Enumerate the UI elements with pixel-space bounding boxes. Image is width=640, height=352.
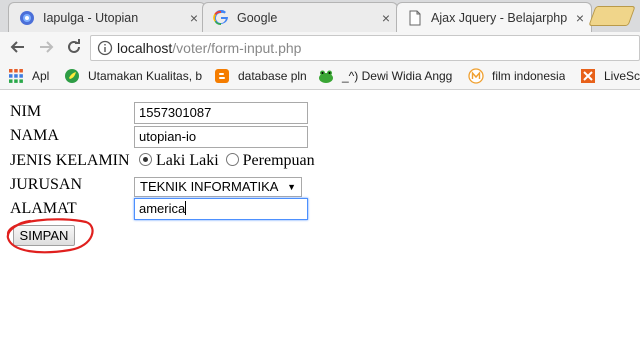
bookmark-dewi-widia[interactable]: _^) Dewi Widia Angg xyxy=(318,67,458,85)
tab-close-button[interactable]: × xyxy=(375,10,397,26)
forward-button[interactable] xyxy=(34,35,58,59)
tab-title: Ajax Jquery - Belajarphp xyxy=(431,10,568,25)
red-circle-annotation xyxy=(6,218,94,254)
bookmark-label: LiveSco xyxy=(604,69,640,83)
bookmark-label: database pln xyxy=(238,69,307,83)
m-circle-icon xyxy=(468,68,484,84)
tab-utopian[interactable]: Iapulga - Utopian × xyxy=(8,2,206,32)
browser-toolbar: localhost/voter/form-input.php xyxy=(0,32,640,62)
bookmark-livescore[interactable]: LiveSco xyxy=(580,67,640,85)
url-path: /voter/form-input.php xyxy=(172,40,302,56)
tab-ajax-jquery[interactable]: Ajax Jquery - Belajarphp × xyxy=(396,2,592,32)
bookmarks-bar: Apl Utamakan Kualitas, b database pln _^… xyxy=(0,62,640,90)
blogger-icon xyxy=(215,69,229,83)
google-icon xyxy=(213,9,228,25)
tab-google[interactable]: Google × xyxy=(202,2,398,32)
alamat-value: america xyxy=(139,201,186,216)
dropdown-arrow-icon: ▼ xyxy=(287,182,296,192)
bookmark-label: film indonesia xyxy=(492,69,566,83)
arrow-right-icon xyxy=(40,41,54,53)
jurusan-select[interactable]: TEKNIK INFORMATIKA ▼ xyxy=(134,177,302,197)
bookmark-database-pln[interactable]: database pln xyxy=(214,67,307,85)
frog-icon xyxy=(319,70,333,83)
tab-title: Iapulga - Utopian xyxy=(43,10,139,25)
url-host: localhost xyxy=(117,40,173,56)
bookmark-utamakan[interactable]: Utamakan Kualitas, b xyxy=(64,67,204,85)
back-button[interactable] xyxy=(6,35,30,59)
nim-label: NIM xyxy=(10,103,42,120)
bookmark-label: Utamakan Kualitas, b xyxy=(88,69,203,83)
bookmark-label: _^) Dewi Widia Angg xyxy=(342,69,453,83)
jurusan-selected-value: TEKNIK INFORMATIKA xyxy=(140,179,279,194)
utopian-icon xyxy=(20,10,34,25)
gender-radio-group: Laki Laki Perempuan xyxy=(139,152,315,170)
jurusan-label: JURUSAN xyxy=(10,176,83,193)
nama-input[interactable]: utopian-io xyxy=(134,126,308,148)
page-content: NIM 1557301087 NAMA utopian-io JENIS KEL… xyxy=(0,90,640,352)
bookmark-film-indonesia[interactable]: film indonesia xyxy=(468,67,565,85)
radio-laki-laki[interactable] xyxy=(139,153,152,166)
nim-input[interactable]: 1557301087 xyxy=(134,102,308,124)
bookmark-label: Apl xyxy=(32,69,50,83)
reload-icon xyxy=(68,39,80,53)
tab-close-button[interactable]: × xyxy=(569,10,591,26)
nama-label: NAMA xyxy=(10,127,59,144)
text-caret xyxy=(185,201,187,215)
tab-title: Google xyxy=(237,10,278,25)
page-icon xyxy=(409,10,421,25)
alamat-input[interactable]: america xyxy=(134,198,308,220)
tab-strip: Iapulga - Utopian × Google × Ajax Jquery… xyxy=(0,0,640,32)
utamakan-icon xyxy=(65,69,79,83)
arrow-left-icon xyxy=(10,41,24,53)
bookmark-apps[interactable]: Apl xyxy=(8,67,49,85)
radio-label-laki-laki: Laki Laki xyxy=(156,152,219,169)
address-bar[interactable]: localhost/voter/form-input.php xyxy=(90,35,640,61)
reload-button[interactable] xyxy=(62,35,86,59)
livescore-icon xyxy=(581,69,595,83)
info-icon[interactable] xyxy=(93,36,117,60)
radio-perempuan[interactable] xyxy=(225,153,239,166)
new-tab-button[interactable] xyxy=(588,6,636,26)
apps-grid-icon xyxy=(9,69,23,83)
radio-label-perempuan: Perempuan xyxy=(242,152,315,169)
gender-label: JENIS KELAMIN xyxy=(10,152,130,169)
